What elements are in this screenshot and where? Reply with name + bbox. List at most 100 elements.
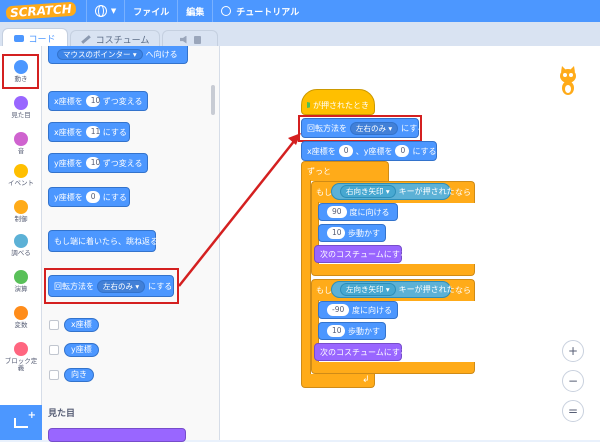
if-block-2-bottom[interactable] <box>311 362 475 374</box>
x-position-reporter[interactable]: x座標 <box>64 318 99 332</box>
category-dot <box>14 270 28 284</box>
block-text: にする <box>102 192 127 202</box>
category-variables[interactable]: 変数 <box>0 304 42 336</box>
next-costume-block-2[interactable]: 次のコスチュームにする <box>314 343 408 361</box>
loop-arrow-icon: ↲ <box>362 375 370 385</box>
file-menu[interactable]: ファイル <box>124 0 177 22</box>
sound-icon <box>193 35 201 44</box>
category-sound[interactable]: 音 <box>0 130 42 162</box>
category-dot <box>14 306 28 320</box>
number-input[interactable]: 10 <box>85 95 100 107</box>
code-workspace[interactable] <box>220 46 600 440</box>
key-pressed-condition-2[interactable]: 左向き矢印 ▾ キーが押された <box>331 281 455 298</box>
point-direction-block-1[interactable]: 90 度に向ける <box>318 203 398 221</box>
category-dot <box>14 200 28 214</box>
number-input[interactable]: 11 <box>85 126 100 138</box>
block-text: 次のコスチュームにする <box>320 249 408 259</box>
section-title-looks: 見た目 <box>48 409 76 419</box>
zoom-in-button[interactable]: + <box>562 340 584 362</box>
block-text: にする <box>412 146 437 156</box>
block-text: 次のコスチュームにする <box>320 347 408 357</box>
number-input[interactable]: 0 <box>395 145 410 157</box>
checkbox-direction[interactable] <box>49 370 59 380</box>
change-x-block[interactable]: x座標を 10 ずつ変える <box>48 91 148 111</box>
category-highlight-box <box>2 54 39 89</box>
speaker-icon <box>179 35 187 44</box>
move-steps-block-1[interactable]: 10 歩動かす <box>318 224 386 242</box>
category-operators[interactable]: 演算 <box>0 268 42 300</box>
set-y-block[interactable]: y座標を 0 にする <box>48 187 130 207</box>
category-label: 見た目 <box>11 111 31 119</box>
move-steps-block-2[interactable]: 10 歩動かす <box>318 322 386 340</box>
chevron-down-icon: ▼ <box>110 7 117 15</box>
zoom-reset-button[interactable]: = <box>562 400 584 422</box>
brush-icon <box>80 35 91 44</box>
category-dot <box>14 96 28 110</box>
checkbox-y-position[interactable] <box>49 345 59 355</box>
set-x-block[interactable]: x座標を 11 にする <box>48 122 130 142</box>
category-dot <box>14 132 28 146</box>
category-label: ブロック定義 <box>4 357 38 372</box>
point-towards-block[interactable]: マウスのポインター ▾ へ向ける <box>48 46 188 64</box>
tab-code[interactable]: コード <box>2 28 68 48</box>
next-costume-block-1[interactable]: 次のコスチュームにする <box>314 245 408 263</box>
block-text: にする <box>102 127 127 137</box>
zoom-out-button[interactable]: − <box>562 370 584 392</box>
number-input[interactable]: 0 <box>338 145 353 157</box>
category-control[interactable]: 制御 <box>0 198 42 230</box>
block-text: y座標を <box>54 192 83 202</box>
category-label: 演算 <box>14 285 28 293</box>
category-label: イベント <box>8 179 34 187</box>
when-flag-clicked-block[interactable]: が押されたとき <box>301 89 375 115</box>
target-dropdown[interactable]: マウスのポインター ▾ <box>57 49 143 60</box>
zoom-in-icon: + <box>567 344 579 358</box>
block-text: x座標を <box>307 146 336 156</box>
key-dropdown[interactable]: 左向き矢印 ▾ <box>340 283 396 296</box>
tutorial-menu[interactable]: チュートリアル <box>212 0 307 22</box>
number-input[interactable]: 0 <box>85 191 100 203</box>
bounce-on-edge-block[interactable]: もし端に着いたら、跳ね返る <box>48 230 158 252</box>
palette-scrollbar[interactable] <box>211 85 215 115</box>
block-text: 度に向ける <box>352 305 392 315</box>
direction-reporter[interactable]: 向き <box>64 368 94 382</box>
key-dropdown[interactable]: 右向き矢印 ▾ <box>340 185 396 198</box>
number-input[interactable]: 10 <box>327 227 345 239</box>
checkbox-x-position[interactable] <box>49 320 59 330</box>
key-pressed-condition-1[interactable]: 右向き矢印 ▾ キーが押された <box>331 183 455 200</box>
forever-label: ずっと <box>307 167 331 176</box>
number-input[interactable]: 90 <box>327 206 347 218</box>
block-text: もし <box>316 188 332 197</box>
number-input[interactable]: 10 <box>85 157 100 169</box>
category-looks[interactable]: 見た目 <box>0 94 42 126</box>
change-y-block[interactable]: y座標を 10 ずつ変える <box>48 153 148 173</box>
block-text: 歩動かす <box>348 326 380 336</box>
block-text: 歩動かす <box>348 228 380 238</box>
tab-code-label: コード <box>28 35 56 45</box>
category-label: 調べる <box>11 249 31 257</box>
language-menu[interactable]: ▼ <box>85 0 124 22</box>
category-dot <box>14 342 28 356</box>
forever-block-side[interactable] <box>301 180 311 375</box>
block-text: ずつ変える <box>102 158 143 168</box>
category-my-blocks[interactable]: ブロック定義 <box>0 340 42 384</box>
block-text: なら <box>455 188 471 197</box>
tab-costume-label: コスチューム <box>95 36 150 46</box>
category-label: 制御 <box>14 215 28 223</box>
number-input[interactable]: 10 <box>327 325 345 337</box>
block-text: 、y座標を <box>355 146 393 156</box>
scratch-logo[interactable]: SCRATCH <box>5 1 77 21</box>
zoom-reset-icon: = <box>567 404 579 418</box>
number-input[interactable]: -90 <box>327 304 349 316</box>
category-menu: 動き 見た目 音 イベント 制御 調べる 演算 変数 ブロック定義 <box>0 46 42 406</box>
category-sensing[interactable]: 調べる <box>0 232 42 264</box>
go-to-xy-block[interactable]: x座標を 0 、y座標を 0 にする <box>301 141 437 161</box>
if-block-1-bottom[interactable] <box>311 264 475 276</box>
add-extension-button[interactable] <box>0 405 42 440</box>
category-events[interactable]: イベント <box>0 162 42 194</box>
script-highlight-box <box>298 115 422 142</box>
edit-menu[interactable]: 編集 <box>177 0 212 22</box>
block-text: y座標を <box>54 158 83 168</box>
category-dot <box>14 234 28 248</box>
y-position-reporter[interactable]: y座標 <box>64 343 99 357</box>
point-direction-block-2[interactable]: -90 度に向ける <box>318 301 398 319</box>
